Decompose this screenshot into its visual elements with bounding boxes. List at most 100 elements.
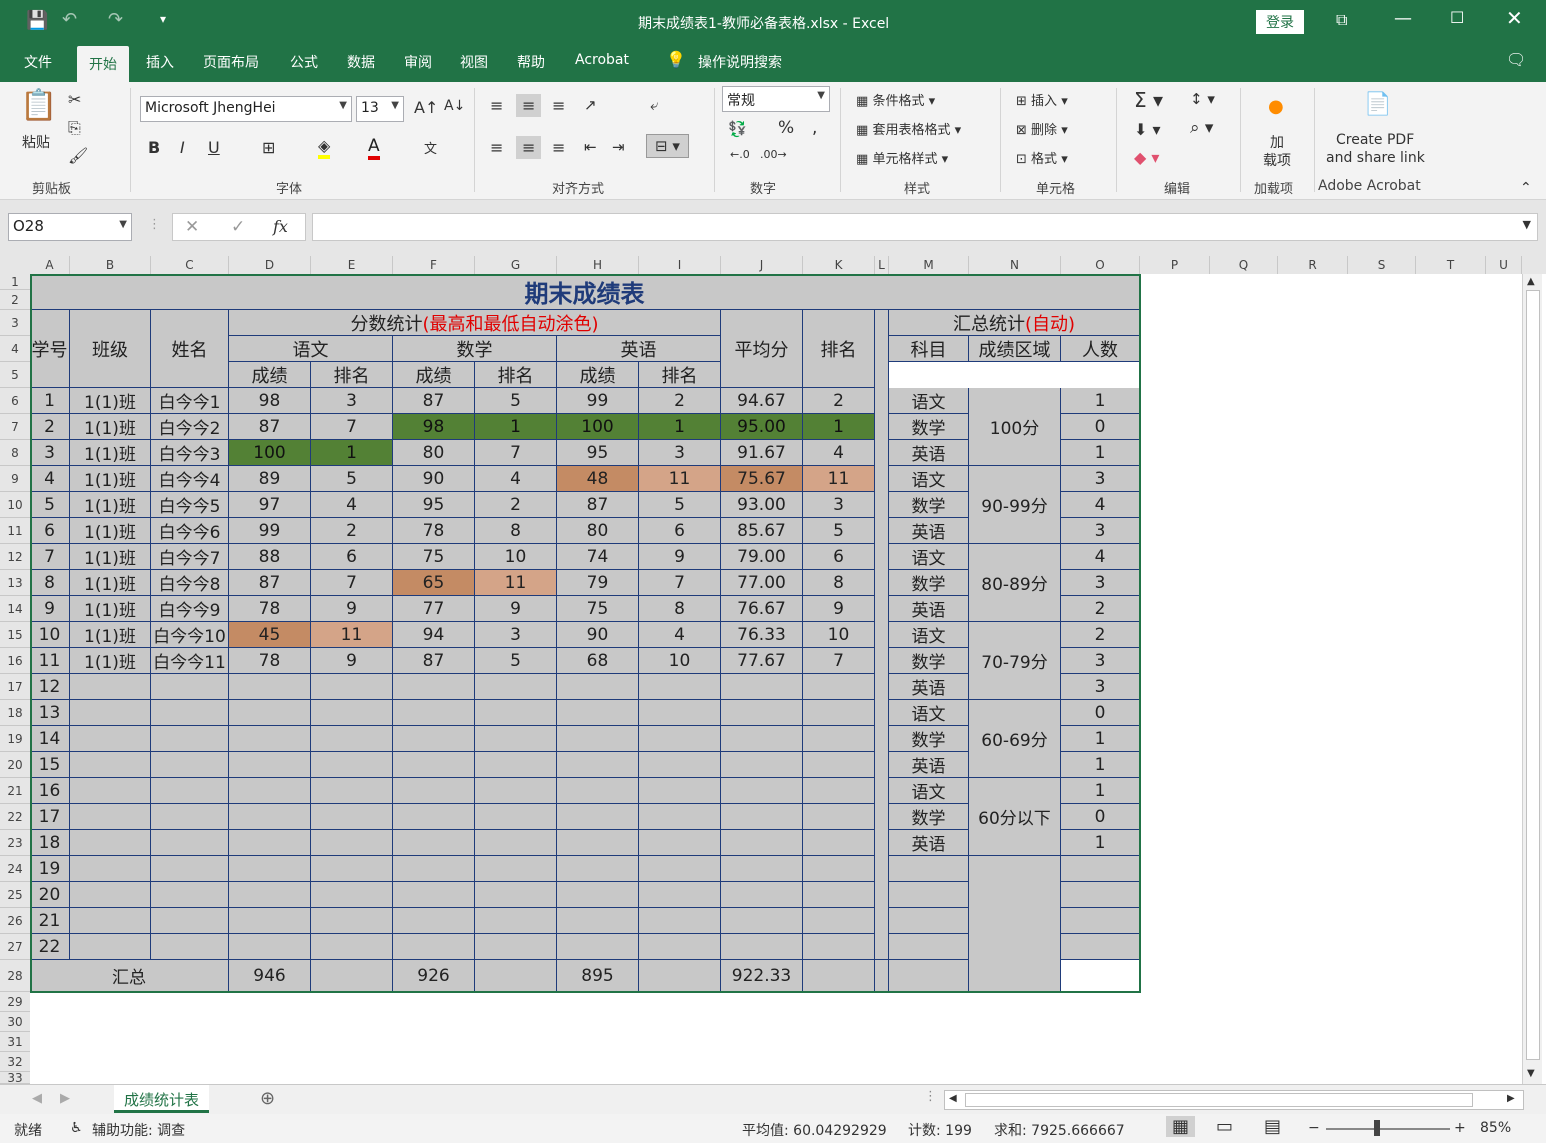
- share-link-label[interactable]: and share link: [1326, 150, 1425, 166]
- empty-cell[interactable]: [475, 934, 557, 960]
- number-format-combo[interactable]: 常规 ▼: [722, 86, 830, 112]
- empty-cell[interactable]: [639, 700, 721, 726]
- save-icon[interactable]: 💾: [26, 10, 48, 31]
- header-avg[interactable]: 平均分: [721, 310, 803, 388]
- student-cell[interactable]: 7: [803, 648, 875, 674]
- student-cell[interactable]: 9: [803, 596, 875, 622]
- empty-cell[interactable]: [151, 752, 229, 778]
- row-header[interactable]: 12: [0, 544, 30, 570]
- student-cell[interactable]: 10: [475, 544, 557, 570]
- student-cell[interactable]: 8: [475, 518, 557, 544]
- student-cell[interactable]: 1(1)班: [70, 414, 151, 440]
- empty-cell[interactable]: [1061, 908, 1140, 934]
- header-score[interactable]: 成绩: [229, 362, 311, 388]
- student-cell[interactable]: 9: [311, 648, 393, 674]
- student-cell[interactable]: 2: [803, 388, 875, 414]
- underline-icon[interactable]: U: [208, 138, 220, 157]
- empty-cell[interactable]: [639, 726, 721, 752]
- row-header[interactable]: 16: [0, 648, 30, 674]
- column-header[interactable]: T: [1416, 256, 1486, 274]
- insert-cells-button[interactable]: ⊞ 插入 ▾: [1016, 90, 1068, 109]
- empty-cell[interactable]: [393, 674, 475, 700]
- student-cell[interactable]: 1(1)班: [70, 622, 151, 648]
- empty-cell[interactable]: [70, 934, 151, 960]
- header-count[interactable]: 人数: [1061, 336, 1140, 362]
- student-cell[interactable]: 78: [229, 648, 311, 674]
- count-cell[interactable]: 1: [1061, 752, 1140, 778]
- normal-view-icon[interactable]: ▦: [1166, 1116, 1196, 1137]
- tab-acrobat[interactable]: Acrobat: [575, 52, 629, 68]
- student-cell[interactable]: 100: [229, 440, 311, 466]
- empty-cell[interactable]: [803, 778, 875, 804]
- format-cells-button[interactable]: ⊡ 格式 ▾: [1016, 148, 1068, 167]
- student-cell[interactable]: 3: [803, 492, 875, 518]
- student-cell[interactable]: 1(1)班: [70, 466, 151, 492]
- customize-qat-icon[interactable]: ▾: [160, 12, 166, 26]
- student-cell[interactable]: 白今今6: [151, 518, 229, 544]
- column-header[interactable]: I: [639, 256, 721, 274]
- student-cell[interactable]: 11: [639, 466, 721, 492]
- subject-cell[interactable]: 数学: [889, 570, 969, 596]
- login-button[interactable]: 登录: [1256, 10, 1304, 34]
- student-cell[interactable]: 21: [30, 908, 70, 934]
- area-cell[interactable]: 60分以下: [969, 778, 1061, 856]
- align-center-icon[interactable]: ≡: [516, 136, 542, 159]
- empty-cell[interactable]: [969, 856, 1061, 992]
- student-cell[interactable]: 11: [30, 648, 70, 674]
- paste-icon[interactable]: 📋: [20, 88, 57, 123]
- fill-icon[interactable]: ⬇ ▾: [1134, 120, 1161, 139]
- empty-cell[interactable]: [721, 752, 803, 778]
- empty-cell[interactable]: [889, 882, 969, 908]
- empty-cell[interactable]: [889, 908, 969, 934]
- student-cell[interactable]: 9: [475, 596, 557, 622]
- row-header[interactable]: 26: [0, 908, 30, 934]
- percent-icon[interactable]: %: [778, 118, 794, 138]
- scroll-down-icon[interactable]: ▼: [1527, 1068, 1535, 1079]
- empty-cell[interactable]: [70, 674, 151, 700]
- empty-cell[interactable]: [557, 674, 639, 700]
- student-cell[interactable]: 68: [557, 648, 639, 674]
- area-cell[interactable]: 60-69分: [969, 700, 1061, 778]
- student-cell[interactable]: 1: [639, 414, 721, 440]
- student-cell[interactable]: 78: [229, 596, 311, 622]
- column-header[interactable]: Q: [1210, 256, 1278, 274]
- row-header[interactable]: 9: [0, 466, 30, 492]
- subject-cell[interactable]: 英语: [889, 752, 969, 778]
- student-cell[interactable]: 白今今9: [151, 596, 229, 622]
- find-select-icon[interactable]: ⌕ ▾: [1190, 118, 1213, 138]
- count-cell[interactable]: 2: [1061, 596, 1140, 622]
- empty-cell[interactable]: [229, 674, 311, 700]
- formula-input[interactable]: ▼: [312, 213, 1538, 241]
- phonetic-icon[interactable]: 文: [424, 138, 437, 157]
- tab-page-layout[interactable]: 页面布局: [203, 52, 259, 72]
- column-header[interactable]: K: [803, 256, 875, 274]
- student-cell[interactable]: 16: [30, 778, 70, 804]
- empty-cell[interactable]: [721, 856, 803, 882]
- increase-font-icon[interactable]: A↑: [414, 98, 438, 117]
- tab-data[interactable]: 数据: [347, 52, 375, 72]
- student-cell[interactable]: 79.00: [721, 544, 803, 570]
- tab-insert[interactable]: 插入: [146, 52, 174, 72]
- header-subject[interactable]: 科目: [889, 336, 969, 362]
- total-label[interactable]: 汇总: [30, 960, 229, 992]
- cut-icon[interactable]: ✂: [68, 90, 81, 109]
- empty-cell[interactable]: [393, 856, 475, 882]
- empty-cell[interactable]: [475, 830, 557, 856]
- student-cell[interactable]: 5: [475, 648, 557, 674]
- area-cell[interactable]: 70-79分: [969, 622, 1061, 700]
- student-cell[interactable]: 93.00: [721, 492, 803, 518]
- empty-cell[interactable]: [639, 882, 721, 908]
- header-chinese[interactable]: 语文: [229, 336, 393, 362]
- empty-cell[interactable]: [311, 700, 393, 726]
- fill-color-icon[interactable]: ◈: [318, 136, 331, 159]
- row-header[interactable]: 18: [0, 700, 30, 726]
- student-cell[interactable]: 6: [30, 518, 70, 544]
- empty-cell[interactable]: [557, 830, 639, 856]
- decrease-decimal-icon[interactable]: .00→: [760, 148, 787, 161]
- student-cell[interactable]: 1(1)班: [70, 648, 151, 674]
- zoom-thumb[interactable]: [1374, 1120, 1380, 1136]
- count-cell[interactable]: 1: [1061, 440, 1140, 466]
- decrease-indent-icon[interactable]: ⇤: [584, 138, 597, 156]
- name-box[interactable]: O28 ▼: [8, 213, 132, 241]
- student-cell[interactable]: 2: [30, 414, 70, 440]
